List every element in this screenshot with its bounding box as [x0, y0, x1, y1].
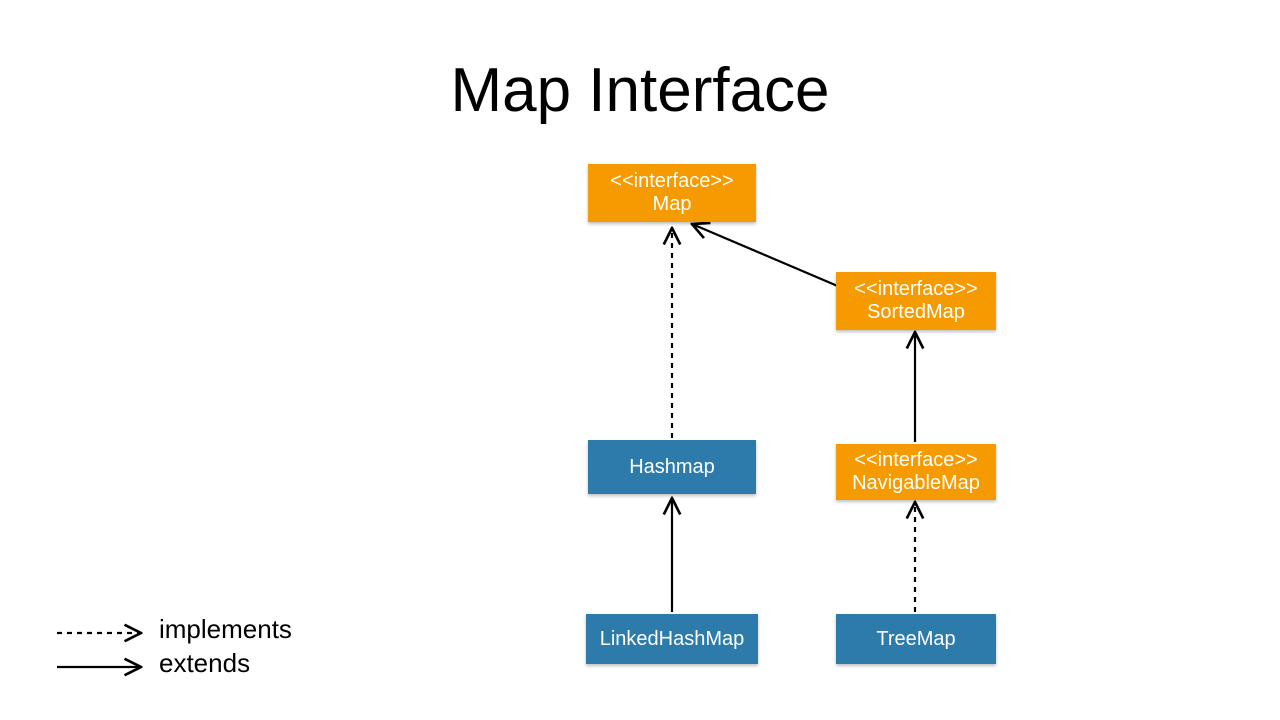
node-sortedmap: <<interface>> SortedMap [836, 272, 996, 330]
node-linkedhashmap: LinkedHashMap [586, 614, 758, 664]
diagram-stage: Map Interface <<interface>> Map <<interf… [0, 0, 1280, 720]
node-name: TreeMap [876, 628, 955, 651]
legend-label: extends [159, 648, 250, 679]
diagram-title: Map Interface [0, 55, 1280, 126]
node-name: SortedMap [867, 301, 965, 324]
node-stereotype: <<interface>> [610, 170, 733, 193]
edge-sortedmap-map [692, 224, 847, 290]
legend-label: implements [159, 614, 292, 645]
node-name: Map [653, 193, 692, 216]
node-stereotype: <<interface>> [854, 278, 977, 301]
node-stereotype: <<interface>> [854, 449, 977, 472]
legend-arrow-implements-icon [55, 619, 145, 639]
legend-extends: extends [55, 646, 292, 680]
legend: implements extends [55, 612, 292, 680]
node-treemap: TreeMap [836, 614, 996, 664]
node-navigablemap: <<interface>> NavigableMap [836, 444, 996, 500]
legend-arrow-extends-icon [55, 653, 145, 673]
node-name: NavigableMap [852, 472, 980, 495]
node-map: <<interface>> Map [588, 164, 756, 222]
legend-implements: implements [55, 612, 292, 646]
node-name: Hashmap [629, 456, 715, 479]
node-name: LinkedHashMap [600, 628, 745, 651]
node-hashmap: Hashmap [588, 440, 756, 494]
